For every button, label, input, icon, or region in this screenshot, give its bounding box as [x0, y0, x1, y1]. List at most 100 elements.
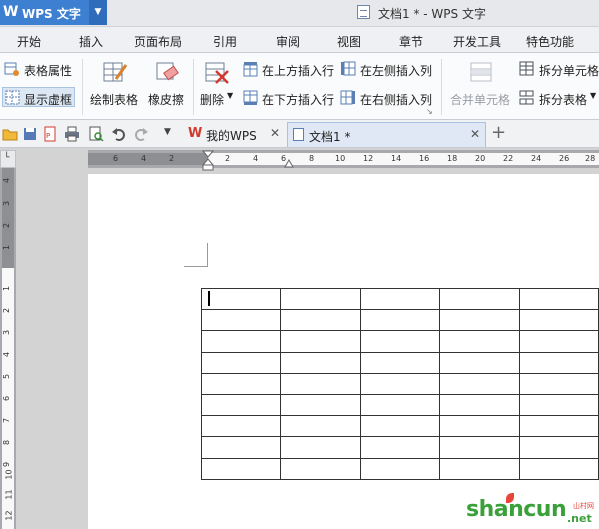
split-table-dropdown-icon[interactable]: ▼ — [590, 91, 596, 100]
insert-column-right-button[interactable]: 在右侧插入列 — [360, 91, 432, 108]
table-cell[interactable] — [439, 330, 520, 353]
table-cell[interactable] — [280, 457, 361, 480]
table-cell[interactable] — [359, 393, 441, 417]
insert-row-below-button[interactable]: 在下方插入行 — [262, 91, 334, 108]
split-table-button[interactable]: 拆分表格 — [539, 91, 587, 108]
menu-developer[interactable]: 开发工具 — [453, 33, 501, 50]
table-cell[interactable] — [518, 309, 599, 332]
table-cell[interactable] — [280, 393, 361, 417]
delete-button[interactable]: 删除 — [200, 91, 224, 108]
insert-row-below-icon — [243, 90, 258, 105]
table-cell[interactable] — [359, 372, 441, 395]
new-tab-button[interactable]: + — [491, 122, 506, 147]
menu-insert[interactable]: 插入 — [79, 33, 103, 50]
draw-table-button[interactable]: 绘制表格 — [90, 91, 138, 108]
close-icon[interactable]: ✕ — [270, 126, 280, 140]
table-cell[interactable] — [359, 330, 441, 353]
table-cell[interactable] — [518, 330, 599, 353]
table-cell[interactable] — [518, 457, 599, 480]
table-cell[interactable] — [359, 436, 441, 459]
table-cell[interactable] — [280, 287, 361, 311]
table-cell[interactable] — [359, 287, 441, 311]
table-cell[interactable] — [280, 351, 361, 374]
ruler-label: 26 — [559, 154, 570, 163]
table-cell[interactable] — [518, 351, 599, 374]
merge-cells-button[interactable]: 合并单元格 — [450, 91, 510, 108]
table-cell[interactable] — [439, 309, 520, 332]
print-icon[interactable] — [64, 126, 80, 142]
table-cell[interactable] — [439, 393, 520, 417]
tab-my-wps[interactable]: W 我的WPS ✕ — [182, 122, 282, 147]
eraser-button[interactable]: 橡皮擦 — [148, 91, 184, 108]
table-cell[interactable] — [439, 436, 520, 459]
open-folder-icon[interactable] — [2, 126, 18, 142]
undo-icon[interactable] — [111, 126, 127, 142]
delete-table-icon — [205, 62, 229, 84]
insert-row-above-button[interactable]: 在上方插入行 — [262, 62, 334, 79]
text-cursor — [208, 291, 210, 306]
menu-review[interactable]: 审阅 — [276, 33, 300, 50]
table-cell[interactable] — [359, 309, 441, 332]
ruler-label: 11 — [4, 489, 14, 500]
table-cell[interactable] — [200, 393, 282, 417]
app-menu-button[interactable]: W WPS 文字 ▼ — [0, 0, 107, 25]
menu-sections[interactable]: 章节 — [399, 33, 423, 50]
table-cell[interactable] — [200, 351, 282, 374]
insert-column-right-icon — [340, 90, 355, 105]
table-cell[interactable] — [280, 309, 361, 332]
menu-start[interactable]: 开始 — [17, 33, 41, 50]
ruler-label: 8 — [309, 154, 315, 163]
table-cell[interactable] — [518, 415, 599, 438]
table-cell[interactable] — [280, 436, 361, 459]
delete-dropdown-icon[interactable]: ▼ — [227, 91, 233, 100]
table-cell[interactable] — [359, 457, 441, 480]
table-cell[interactable] — [439, 351, 520, 374]
tab-document[interactable]: 文档1 * ✕ — [287, 122, 486, 147]
table-cell[interactable] — [439, 457, 520, 480]
table-cell[interactable] — [518, 372, 599, 395]
table-cell[interactable] — [359, 351, 441, 374]
document-table[interactable] — [200, 287, 599, 480]
table-cell[interactable] — [439, 287, 520, 311]
table-cell[interactable] — [518, 393, 599, 417]
table-cell[interactable] — [200, 436, 282, 459]
app-menu-dropdown-icon[interactable]: ▼ — [89, 0, 107, 25]
table-cell[interactable] — [200, 287, 282, 311]
menu-view[interactable]: 视图 — [337, 33, 361, 50]
table-cell[interactable] — [200, 457, 282, 480]
table-cell[interactable] — [518, 287, 599, 311]
save-icon[interactable] — [22, 126, 38, 142]
table-cell[interactable] — [200, 372, 282, 395]
redo-icon[interactable] — [133, 126, 149, 142]
table-cell[interactable] — [280, 330, 361, 353]
split-cells-button[interactable]: 拆分单元格 — [539, 62, 599, 79]
table-cell[interactable] — [280, 415, 361, 438]
ruler-label: 14 — [391, 154, 402, 163]
table-cell[interactable] — [359, 415, 441, 438]
table-cell[interactable] — [439, 372, 520, 395]
ruler-label: 4 — [253, 154, 259, 163]
show-gridlines-button[interactable]: 显示虚框 — [24, 91, 72, 108]
table-cell[interactable] — [200, 309, 282, 332]
table-properties-button[interactable]: 表格属性 — [24, 62, 72, 79]
dialog-launcher-icon[interactable]: ↘ — [426, 107, 433, 116]
print-preview-icon[interactable] — [88, 126, 104, 142]
right-indent-marker-icon[interactable] — [284, 158, 294, 168]
table-cell[interactable] — [200, 330, 282, 353]
ruler-tab-selector[interactable]: └ — [0, 150, 16, 168]
table-cell[interactable] — [280, 372, 361, 395]
menu-references[interactable]: 引用 — [213, 33, 237, 50]
menu-page-layout[interactable]: 页面布局 — [134, 33, 182, 50]
table-properties-icon — [4, 62, 19, 76]
close-icon[interactable]: ✕ — [470, 127, 480, 141]
export-pdf-icon[interactable]: P — [42, 126, 58, 142]
table-cell[interactable] — [439, 415, 520, 438]
customize-quickbar-dropdown-icon[interactable]: ▼ — [164, 127, 180, 143]
merge-cells-icon — [470, 62, 492, 82]
indent-marker-icon[interactable] — [202, 150, 214, 172]
table-cell[interactable] — [200, 415, 282, 438]
table-cell[interactable] — [518, 436, 599, 459]
table-row — [200, 330, 599, 353]
insert-column-left-button[interactable]: 在左侧插入列 — [360, 62, 432, 79]
menu-special-features[interactable]: 特色功能 — [526, 33, 574, 50]
